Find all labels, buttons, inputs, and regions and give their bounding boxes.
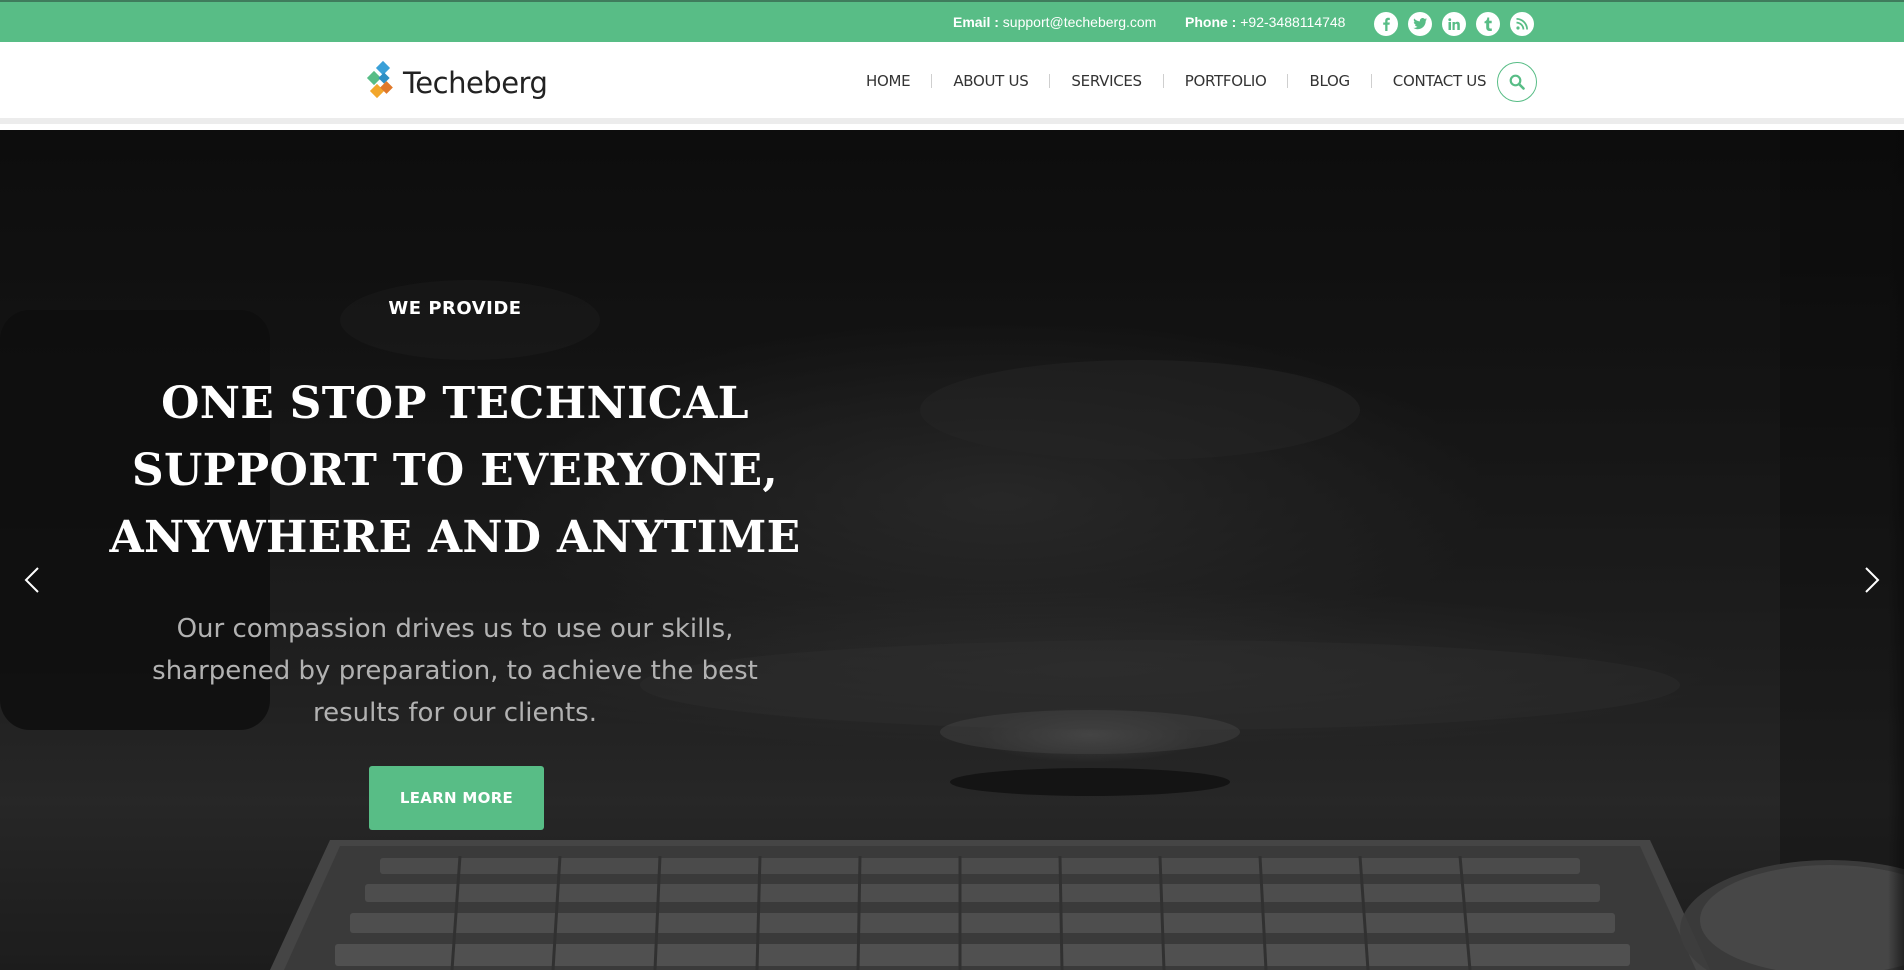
- phone-label: Phone :: [1185, 14, 1237, 30]
- facebook-icon[interactable]: [1374, 12, 1398, 36]
- logo[interactable]: Techeberg: [366, 60, 548, 106]
- nav-divider: [1287, 74, 1289, 88]
- hero-description-line: sharpened by preparation, to achieve the…: [152, 656, 758, 686]
- main-nav: HOME ABOUT US SERVICES PORTFOLIO BLOG CO…: [866, 72, 1487, 90]
- search-button[interactable]: [1497, 62, 1537, 102]
- hero-title-line: ONE STOP TECHNICAL: [161, 378, 749, 429]
- tumblr-icon[interactable]: [1476, 12, 1500, 36]
- search-icon: [1509, 74, 1525, 90]
- slider-prev-button[interactable]: [20, 560, 44, 600]
- hero-description-line: Our compassion drives us to use our skil…: [176, 614, 734, 644]
- phone-contact: Phone : +92-3488114748: [1185, 14, 1345, 30]
- chevron-left-icon: [24, 567, 39, 593]
- phone-value[interactable]: +92-3488114748: [1240, 14, 1345, 30]
- slider-edge-shadow: [1888, 130, 1904, 970]
- nav-divider: [1370, 74, 1372, 88]
- email-value[interactable]: support@techeberg.com: [1003, 14, 1157, 30]
- nav-item-home[interactable]: HOME: [866, 72, 911, 90]
- chevron-right-icon: [1865, 567, 1880, 593]
- hero-title-line: SUPPORT TO EVERYONE,: [131, 445, 779, 496]
- nav-item-blog[interactable]: BLOG: [1309, 72, 1350, 90]
- nav-item-services[interactable]: SERVICES: [1071, 72, 1142, 90]
- nav-item-about-us[interactable]: ABOUT US: [953, 72, 1028, 90]
- slider-next-button[interactable]: [1860, 560, 1884, 600]
- email-label: Email :: [953, 14, 999, 30]
- nav-item-contact-us[interactable]: CONTACT US: [1393, 72, 1487, 90]
- hero-slider: WE PROVIDE ONE STOP TECHNICAL SUPPORT TO…: [0, 130, 1904, 970]
- hero-content: WE PROVIDE ONE STOP TECHNICAL SUPPORT TO…: [80, 130, 830, 970]
- logo-mark-icon: [366, 60, 393, 99]
- email-contact: Email : support@techeberg.com: [953, 14, 1156, 30]
- nav-divider: [1162, 74, 1164, 88]
- linkedin-icon[interactable]: [1442, 12, 1466, 36]
- hero-description: Our compassion drives us to use our skil…: [135, 608, 775, 734]
- rss-icon[interactable]: [1510, 12, 1534, 36]
- twitter-icon[interactable]: [1408, 12, 1432, 36]
- nav-divider: [931, 74, 933, 88]
- top-bar: Email : support@techeberg.com Phone : +9…: [0, 0, 1904, 42]
- learn-more-button[interactable]: LEARN MORE: [369, 766, 544, 830]
- hero-title-line: ANYWHERE AND ANYTIME: [109, 512, 801, 563]
- nav-item-portfolio[interactable]: PORTFOLIO: [1185, 72, 1267, 90]
- social-links: [1374, 12, 1534, 36]
- logo-text: Techeberg: [403, 66, 548, 100]
- hero-title: ONE STOP TECHNICAL SUPPORT TO EVERYONE, …: [80, 370, 830, 571]
- nav-divider: [1049, 74, 1051, 88]
- hero-description-line: results for our clients.: [313, 698, 597, 728]
- hero-eyebrow: WE PROVIDE: [388, 298, 522, 319]
- site-header: Techeberg HOME ABOUT US SERVICES PORTFOL…: [0, 42, 1904, 124]
